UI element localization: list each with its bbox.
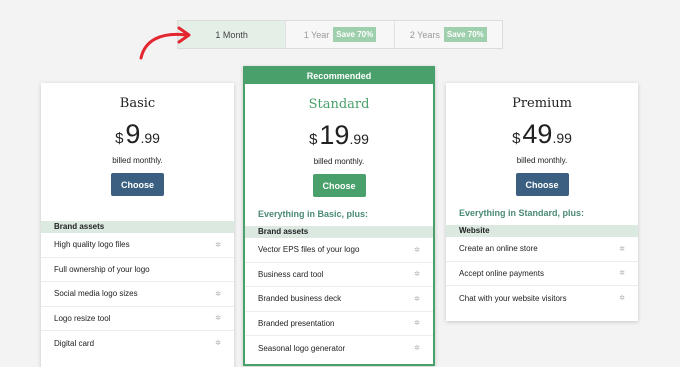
feature-label: Accept online payments (459, 268, 544, 278)
list-item: Logo resize tool ✲ (41, 307, 234, 331)
info-icon[interactable]: ✲ (215, 241, 221, 249)
info-icon[interactable]: ✲ (215, 290, 221, 298)
info-icon[interactable]: ✲ (414, 270, 420, 278)
list-item: High quality logo files ✲ (41, 233, 234, 258)
list-item: Accept online payments ✲ (446, 262, 638, 286)
feature-label: Logo resize tool (54, 313, 111, 323)
list-item: Branded business deck ✲ (245, 287, 433, 312)
plan-price: $ 9 .99 (41, 119, 234, 150)
feature-label: Vector EPS files of your logo (258, 245, 360, 255)
feature-label: Branded business deck (258, 294, 342, 304)
recommended-ribbon: Recommended (245, 68, 433, 84)
list-item: Create an online store ✲ (446, 237, 638, 262)
toggle-1-year[interactable]: 1 Year Save 70% (286, 21, 395, 48)
info-icon[interactable]: ✲ (215, 339, 221, 347)
list-item: Chat with your website visitors ✲ (446, 286, 638, 311)
list-item: Full ownership of your logo (41, 258, 234, 282)
plan-price: $ 19 .99 (245, 120, 433, 151)
price-cents: .99 (140, 130, 160, 146)
save-badge: Save 70% (333, 27, 377, 42)
feature-section-header: Brand assets (245, 226, 433, 238)
plan-card-basic: Basic $ 9 .99 billed monthly. Choose Bra… (41, 83, 234, 367)
feature-label: Social media logo sizes (54, 289, 138, 299)
feature-label: Full ownership of your logo (54, 264, 150, 274)
annotation-arrow-icon (139, 26, 191, 60)
choose-basic-button[interactable]: Choose (111, 173, 164, 196)
price-amount: 49 (522, 119, 553, 149)
feature-label: Business card tool (258, 269, 324, 279)
feature-label: Digital card (54, 338, 95, 348)
price-currency: $ (512, 130, 521, 147)
info-icon[interactable]: ✲ (619, 245, 625, 253)
info-icon[interactable]: ✲ (414, 319, 420, 327)
list-item: Vector EPS files of your logo ✲ (245, 238, 433, 263)
plan-name: Standard (308, 97, 370, 112)
feature-label: Create an online store (459, 244, 538, 254)
plan-name: Premium (512, 96, 572, 111)
plan-name: Basic (119, 96, 156, 111)
info-icon[interactable]: ✲ (414, 295, 420, 303)
feature-label: Chat with your website visitors (459, 293, 567, 303)
price-currency: $ (309, 131, 318, 148)
price-amount: 9 (125, 119, 141, 149)
list-item: Social media logo sizes ✲ (41, 282, 234, 307)
choose-premium-button[interactable]: Choose (515, 173, 569, 196)
price-amount: 19 (319, 120, 350, 150)
list-item: Digital card ✲ (41, 331, 234, 356)
billing-note: billed monthly. (313, 157, 365, 166)
plan-card-premium: Premium $ 49 .99 billed monthly. Choose … (446, 83, 638, 321)
price-cents: .99 (552, 130, 572, 146)
includes-note: Everything in Basic, plus: (258, 209, 369, 219)
price-cents: .99 (349, 131, 369, 147)
info-icon[interactable]: ✲ (619, 269, 625, 277)
feature-section-header: Brand assets (41, 221, 234, 233)
info-icon[interactable]: ✲ (215, 314, 221, 322)
list-item: Seasonal logo generator ✲ (245, 336, 433, 361)
list-item: Business card tool ✲ (245, 263, 433, 287)
toggle-label: 1 Month (215, 29, 248, 40)
feature-label: Branded presentation (258, 318, 335, 328)
toggle-label: 1 Year (303, 29, 330, 40)
toggle-label: 2 Years (409, 29, 440, 40)
feature-label: Seasonal logo generator (258, 343, 346, 353)
choose-standard-button[interactable]: Choose (312, 174, 366, 197)
info-icon[interactable]: ✲ (414, 246, 420, 254)
toggle-2-years[interactable]: 2 Years Save 70% (395, 21, 502, 48)
billing-note: billed monthly. (516, 156, 568, 165)
info-icon[interactable]: ✲ (619, 294, 625, 302)
billing-period-toggle: 1 Month 1 Year Save 70% 2 Years Save 70% (177, 20, 503, 49)
includes-note: Everything in Standard, plus: (459, 208, 585, 218)
price-currency: $ (115, 130, 124, 147)
feature-section-header: Website (446, 225, 638, 237)
list-item: Branded presentation ✲ (245, 312, 433, 336)
feature-list: Vector EPS files of your logo ✲ Business … (245, 238, 433, 361)
feature-label: High quality logo files (54, 240, 130, 250)
info-icon[interactable]: ✲ (414, 344, 420, 352)
billing-note: billed monthly. (112, 156, 163, 165)
plan-price: $ 49 .99 (446, 119, 638, 150)
plan-card-standard: Recommended Standard $ 19 .99 billed mon… (243, 66, 435, 366)
save-badge: Save 70% (443, 27, 487, 42)
feature-list: High quality logo files ✲ Full ownership … (41, 233, 234, 356)
feature-list: Create an online store ✲ Accept online pa… (446, 237, 638, 311)
